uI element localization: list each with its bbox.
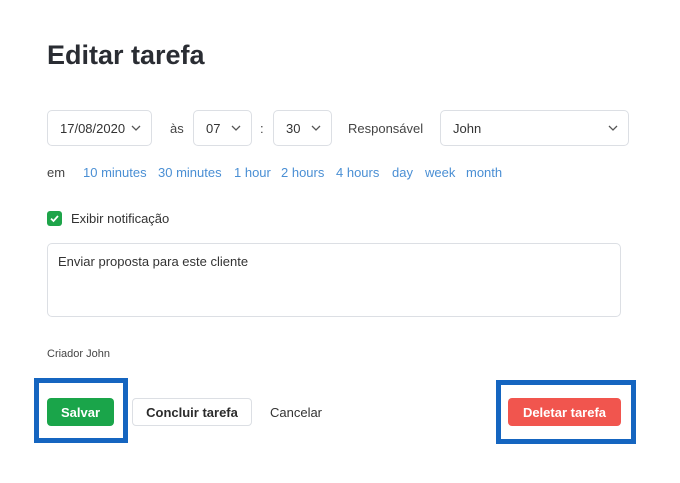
responsible-select[interactable]: John [440, 110, 629, 146]
quick-option-1-hour[interactable]: 1 hour [234, 165, 271, 180]
date-value: 17/08/2020 [60, 120, 126, 136]
responsible-value: John [453, 120, 482, 136]
check-icon [50, 215, 59, 223]
date-select[interactable]: 17/08/2020 [47, 110, 152, 146]
time-colon: : [260, 121, 264, 136]
quick-option-10-minutes[interactable]: 10 minutes [83, 165, 147, 180]
hour-select[interactable]: 07 [193, 110, 252, 146]
at-label: às [170, 121, 184, 136]
quick-option-30-minutes[interactable]: 30 minutes [158, 165, 222, 180]
minute-value: 30 [286, 120, 301, 136]
minute-select[interactable]: 30 [273, 110, 332, 146]
quick-option-day[interactable]: day [392, 165, 413, 180]
delete-task-button[interactable]: Deletar tarefa [508, 398, 621, 426]
quick-option-month[interactable]: month [466, 165, 502, 180]
chevron-down-icon [608, 125, 618, 131]
notification-checkbox[interactable] [47, 211, 62, 226]
save-button[interactable]: Salvar [47, 398, 114, 426]
quick-option-2-hours[interactable]: 2 hours [281, 165, 324, 180]
chevron-down-icon [131, 125, 141, 131]
page-title: Editar tarefa [47, 40, 205, 70]
notification-row: Exibir notificação [47, 211, 169, 226]
quick-option-4-hours[interactable]: 4 hours [336, 165, 379, 180]
complete-task-button[interactable]: Concluir tarefa [132, 398, 252, 426]
chevron-down-icon [311, 125, 321, 131]
responsible-label: Responsável [348, 121, 424, 136]
description-textarea[interactable]: Enviar proposta para este cliente [47, 243, 621, 317]
quick-option-week[interactable]: week [425, 165, 455, 180]
quick-prefix-label: em [47, 165, 66, 180]
chevron-down-icon [231, 125, 241, 131]
cancel-button[interactable]: Cancelar [262, 398, 330, 426]
creator-text: Criador John [47, 348, 110, 360]
notification-label: Exibir notificação [71, 211, 170, 226]
hour-value: 07 [206, 120, 221, 136]
